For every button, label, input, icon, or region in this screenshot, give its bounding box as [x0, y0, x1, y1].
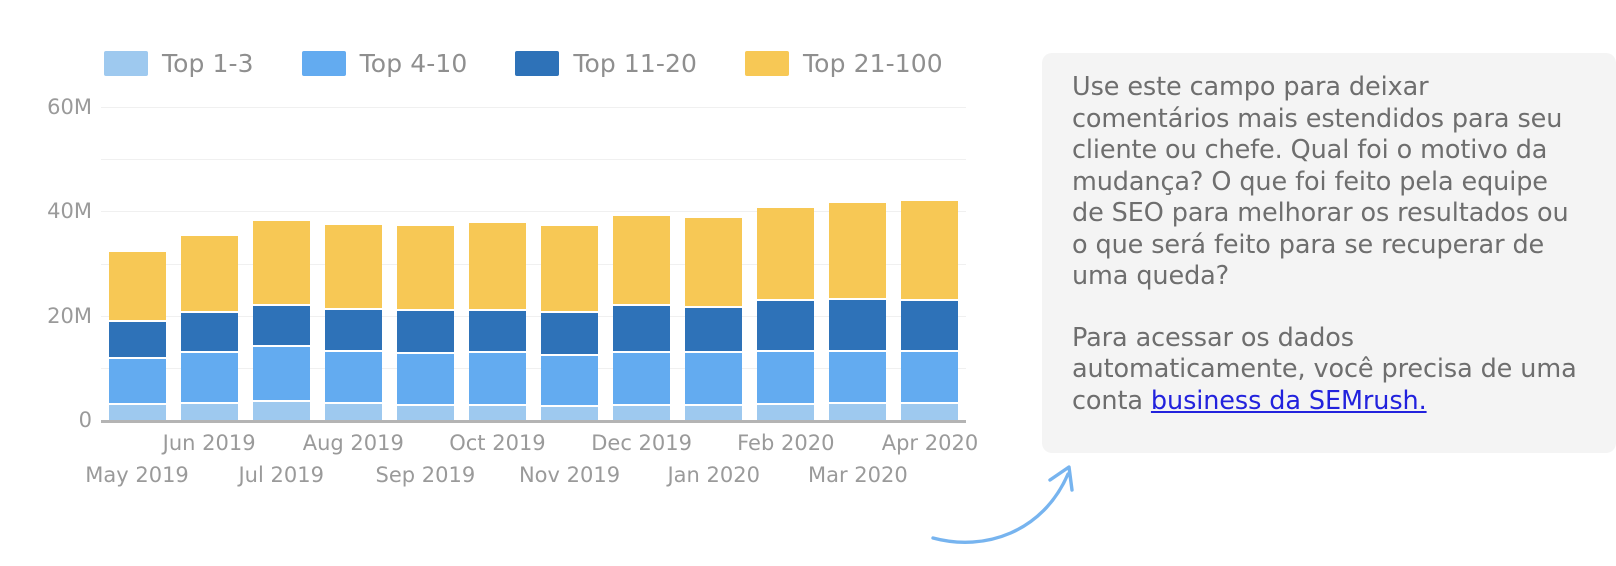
bar-segment [541, 355, 599, 407]
x-axis-tick-label: Nov 2019 [518, 463, 621, 487]
bar-segment [252, 401, 310, 420]
bar-group[interactable] [757, 207, 815, 420]
legend-item-top-11-20[interactable]: Top 11-20 [515, 49, 697, 78]
bar-group[interactable] [324, 225, 382, 420]
legend-swatch-icon [301, 50, 346, 76]
bar-group[interactable] [685, 218, 743, 420]
legend-item-top-1-3[interactable]: Top 1-3 [104, 49, 254, 78]
bar-segment [613, 306, 671, 354]
x-axis-tick-label: Aug 2019 [302, 431, 404, 455]
bar-segment [324, 351, 382, 404]
bar-segment [180, 313, 238, 353]
bar-segment [252, 305, 310, 347]
bar-segment [541, 406, 599, 420]
bar-segment [396, 406, 454, 420]
bar-group[interactable] [901, 200, 959, 420]
bar-segment [180, 404, 238, 420]
bar-segment [829, 299, 887, 352]
y-axis-tick-label: 40M [47, 199, 92, 224]
bar-segment [396, 310, 454, 354]
legend-swatch-icon [515, 50, 560, 76]
bar-segment [829, 203, 887, 300]
legend-item-top-21-100[interactable]: Top 21-100 [745, 49, 943, 78]
x-axis-tick-label: Jul 2019 [238, 463, 324, 487]
bar-segment [324, 225, 382, 311]
bar-segment [468, 223, 526, 311]
bar-group[interactable] [829, 203, 887, 420]
bar-segment [613, 406, 671, 420]
bar-group[interactable] [396, 225, 454, 420]
x-axis-tick-label: Oct 2019 [449, 431, 546, 455]
y-axis-tick-label: 20M [47, 303, 92, 328]
bar-segment [252, 346, 310, 402]
legend-item-label: Top 1-3 [162, 48, 254, 78]
legend-item-label: Top 21-100 [803, 48, 943, 78]
x-axis-tick-label: Apr 2020 [881, 431, 979, 455]
comment-paragraph-secondary: Para acessar os dados automaticamente, v… [1072, 323, 1582, 418]
bar-segment [180, 352, 238, 405]
x-axis-tick-label: Feb 2020 [737, 431, 835, 455]
bar-segment [468, 406, 526, 420]
bar-segment [468, 310, 526, 354]
bar-segment [685, 307, 743, 354]
y-axis-tick-label: 0 [78, 408, 92, 432]
chart-legend: Top 1-3 Top 4-10 Top 11-20 Top 21-100 [104, 46, 991, 80]
bar-segment [108, 322, 166, 359]
bar-segment [901, 300, 959, 352]
legend-item-label: Top 4-10 [359, 48, 468, 78]
bar-segment [685, 353, 743, 406]
seo-visibility-stacked-bar-chart: Top 1-3 Top 4-10 Top 11-20 Top 21-100 0 20M 4… [0, 0, 1010, 566]
legend-swatch-icon [104, 50, 148, 76]
y-axis-tick-label: 60M [47, 95, 92, 119]
bar-segment [757, 207, 815, 301]
bar-group[interactable] [613, 216, 671, 420]
bar-segment [541, 313, 599, 356]
bar-segment [108, 251, 166, 323]
bar-segment [829, 351, 887, 404]
bar-segment [901, 403, 959, 420]
bar-segment [541, 225, 599, 314]
bar-segment [108, 358, 166, 405]
x-axis-tick-label: Mar 2020 [808, 463, 908, 487]
bar-segment [757, 404, 815, 420]
bar-segment [613, 216, 671, 307]
x-axis-tick-label: Dec 2019 [591, 431, 693, 455]
bar-group[interactable] [541, 225, 599, 420]
comment-paragraph-primary: Use este campo para deixar comentários m… [1072, 72, 1569, 291]
x-axis-tick-label: Jan 2020 [667, 463, 760, 487]
bar-segment [324, 310, 382, 352]
comment-panel[interactable]: Use este campo para deixar comentários m… [1042, 53, 1616, 453]
bar-segment [180, 235, 238, 314]
bar-segment [685, 218, 743, 308]
x-axis: May 2019 Jun 2019 Jul 2019 Aug 2019 Sep 2019… [85, 421, 978, 501]
bar-group[interactable] [252, 221, 310, 420]
legend-item-label: Top 11-20 [573, 48, 698, 78]
bar-segment [396, 353, 454, 407]
bar-segment [613, 353, 671, 407]
legend-item-top-4-10[interactable]: Top 4-10 [301, 48, 468, 78]
bar-segment [757, 351, 815, 405]
bar-group[interactable] [108, 251, 166, 420]
legend-swatch-icon [745, 50, 790, 76]
bar-group[interactable] [180, 235, 238, 420]
x-axis-tick-label: May 2019 [85, 463, 189, 487]
semrush-business-link[interactable]: business da SEMrush. [1151, 386, 1427, 416]
bar-segment [685, 405, 743, 420]
bar-segment [901, 200, 959, 301]
bar-segment [468, 353, 526, 407]
bars-layer [101, 107, 966, 420]
bar-segment [108, 404, 166, 420]
bar-segment [324, 403, 382, 420]
x-axis-tick-label: Jun 2019 [162, 431, 256, 455]
x-axis-tick-label: Sep 2019 [375, 463, 476, 487]
bar-segment [829, 403, 887, 420]
bar-segment [901, 351, 959, 404]
y-axis: 0 20M 40M 60M [16, 0, 92, 566]
bar-segment [757, 300, 815, 352]
bar-segment [252, 221, 310, 306]
bar-group[interactable] [468, 223, 526, 420]
bar-segment [396, 225, 454, 311]
